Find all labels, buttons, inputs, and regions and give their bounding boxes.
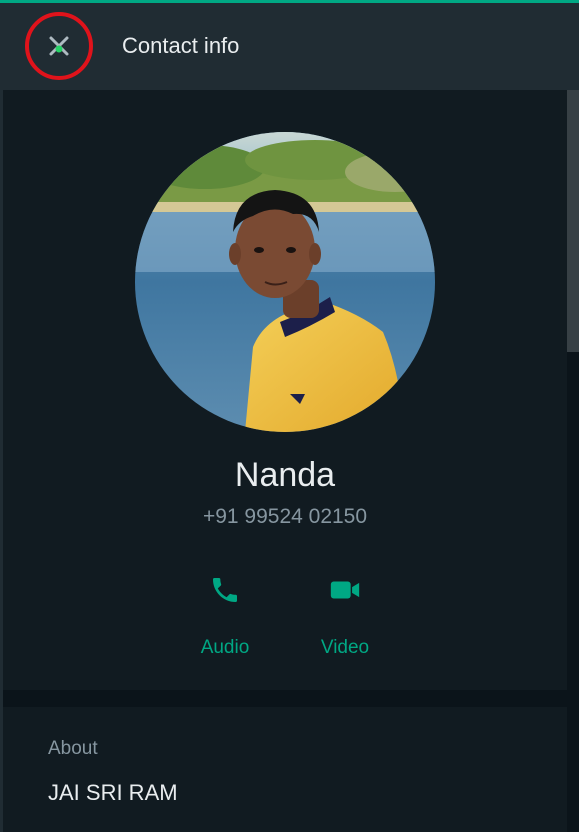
phone-icon xyxy=(205,570,245,610)
contact-phone: +91 99524 02150 xyxy=(202,505,368,528)
header-title: Contact info xyxy=(122,33,240,58)
contact-info-header: Contact info xyxy=(0,3,579,90)
contact-info-panel: Contact info Nanda +91 99524 02150 Audio… xyxy=(0,0,579,832)
contact-name: Nanda xyxy=(234,456,336,494)
profile-photo xyxy=(135,132,435,432)
close-icon xyxy=(49,36,69,56)
video-camera-icon xyxy=(325,570,365,610)
avatar[interactable] xyxy=(135,132,435,432)
about-label: About xyxy=(48,738,98,759)
audio-call-button[interactable]: Audio xyxy=(170,560,280,660)
profile-section: Nanda +91 99524 02150 Audio Video xyxy=(3,90,567,690)
scrollbar-thumb[interactable] xyxy=(567,90,579,352)
close-button[interactable] xyxy=(25,12,93,80)
video-call-button[interactable]: Video xyxy=(290,560,400,660)
video-label: Video xyxy=(320,637,370,658)
audio-label: Audio xyxy=(200,637,250,658)
about-section: About JAI SRI RAM xyxy=(3,707,567,832)
about-text: JAI SRI RAM xyxy=(48,780,178,805)
